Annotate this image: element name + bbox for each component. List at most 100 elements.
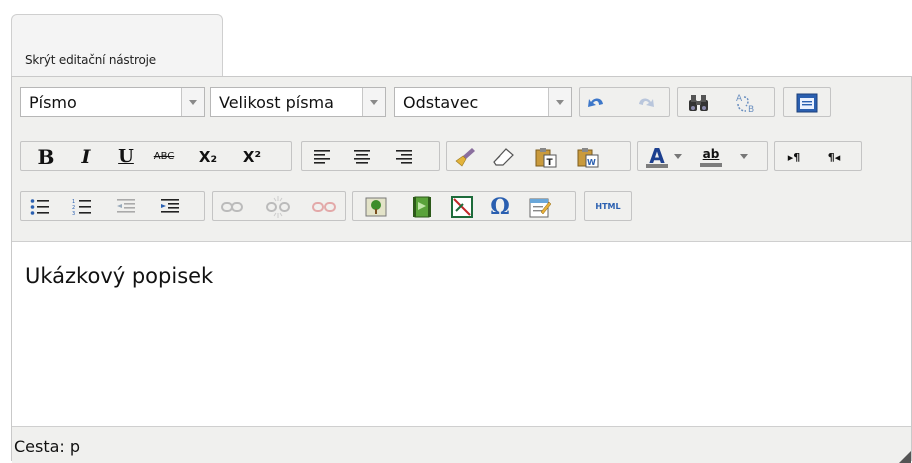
font-family-value: Písmo: [29, 93, 77, 112]
link-group: [212, 191, 346, 221]
chevron-down-icon[interactable]: [548, 88, 571, 116]
anchor-button[interactable]: [311, 194, 337, 220]
edit-note-icon: [529, 198, 551, 218]
font-size-value: Velikost písma: [219, 93, 334, 112]
underline-button[interactable]: U: [113, 144, 139, 170]
text-style-group: B I U ABC X₂ X²: [20, 141, 292, 171]
indent-icon: [161, 199, 179, 213]
editor-content-text[interactable]: Ukázkový popisek: [25, 264, 213, 288]
replace-icon: A B: [736, 94, 754, 115]
clipboard-group: T W: [446, 141, 631, 171]
history-group: [579, 87, 670, 117]
superscript-button[interactable]: X²: [239, 144, 265, 170]
direction-group: ▸¶ ¶◂: [774, 141, 862, 171]
fullscreen-group: [783, 87, 831, 117]
redo-icon: [639, 98, 654, 107]
paste-text-button[interactable]: T: [533, 144, 559, 170]
edit-source-button[interactable]: [527, 194, 553, 220]
chevron-down-icon: [674, 154, 682, 159]
text-color-button[interactable]: A: [644, 144, 670, 170]
highlight-color-dropdown[interactable]: [734, 144, 754, 170]
list-group: 1 2 3: [20, 191, 205, 221]
search-group: A B: [677, 87, 775, 117]
find-button[interactable]: [686, 90, 712, 116]
unlink-button[interactable]: [265, 194, 291, 220]
alignment-group: [301, 141, 440, 171]
italic-button[interactable]: I: [73, 144, 99, 170]
font-size-select[interactable]: Velikost písma: [210, 87, 386, 117]
align-left-icon: [314, 150, 330, 164]
svg-text:W: W: [587, 158, 596, 167]
undo-icon: [588, 98, 603, 107]
insert-group: Ω: [352, 191, 576, 221]
editor-toolbar: Písmo Velikost písma Odstavec A B B I U …: [12, 77, 911, 242]
replace-button[interactable]: A B: [734, 90, 760, 116]
svg-text:B: B: [748, 105, 754, 115]
remove-format-button[interactable]: [491, 144, 517, 170]
align-center-button[interactable]: [349, 144, 375, 170]
paste-text-icon: T: [535, 148, 557, 168]
insert-media-button[interactable]: [409, 194, 435, 220]
special-char-button[interactable]: Ω: [487, 194, 513, 220]
table-icon: [451, 196, 473, 218]
insert-link-button[interactable]: [219, 194, 245, 220]
film-icon: [413, 196, 431, 218]
image-icon: [365, 197, 387, 217]
chevron-down-icon[interactable]: [362, 88, 385, 116]
rich-text-editor: Písmo Velikost písma Odstavec A B B I U …: [11, 76, 912, 463]
outdent-button[interactable]: [113, 194, 139, 220]
bold-button[interactable]: B: [33, 144, 59, 170]
subscript-button[interactable]: X₂: [195, 144, 221, 170]
align-center-icon: [354, 150, 370, 164]
undo-button[interactable]: [584, 90, 610, 116]
text-color-dropdown[interactable]: [672, 144, 684, 170]
paste-word-button[interactable]: W: [575, 144, 601, 170]
rtl-button[interactable]: ¶◂: [821, 144, 847, 170]
text-color-swatch: [646, 164, 668, 168]
indent-button[interactable]: [157, 194, 183, 220]
highlight-color-button[interactable]: ab: [698, 144, 724, 170]
block-format-select[interactable]: Odstavec: [394, 87, 572, 117]
editor-status-bar: Cesta: p: [12, 426, 911, 463]
toggle-tools-tab[interactable]: Skrýt editační nástroje: [11, 14, 223, 76]
link-icon: [221, 202, 243, 212]
insert-table-button[interactable]: [449, 194, 475, 220]
editor-content-area[interactable]: Ukázkový popisek: [12, 242, 911, 426]
bullet-list-button[interactable]: [27, 194, 53, 220]
text-color-letter: A: [649, 144, 665, 168]
unlink-icon: [266, 196, 290, 218]
eraser-icon: [493, 148, 514, 166]
numbered-list-button[interactable]: 1 2 3: [69, 194, 95, 220]
redo-button[interactable]: [632, 90, 658, 116]
toggle-tools-label: Skrýt editační nástroje: [25, 53, 156, 67]
binoculars-icon: [689, 95, 708, 111]
strikethrough-button[interactable]: ABC: [151, 144, 177, 170]
font-family-select[interactable]: Písmo: [20, 87, 205, 117]
svg-text:A: A: [736, 94, 743, 104]
html-group: HTML: [584, 191, 632, 221]
color-group: A ab: [637, 141, 768, 171]
block-format-value: Odstavec: [403, 93, 479, 112]
chevron-down-icon: [740, 154, 748, 159]
insert-image-button[interactable]: [363, 194, 389, 220]
window-icon: [796, 93, 818, 113]
chevron-down-icon[interactable]: [181, 88, 204, 116]
element-path[interactable]: Cesta: p: [14, 437, 80, 456]
highlight-letter: ab: [702, 146, 720, 161]
outdent-icon: [117, 199, 135, 213]
fullscreen-button[interactable]: [794, 90, 820, 116]
anchor-link-icon: [312, 202, 336, 212]
align-right-icon: [396, 150, 412, 164]
resize-grip-icon[interactable]: [899, 451, 911, 463]
bullet-list-icon: [30, 199, 49, 215]
numbered-list-icon: 1 2 3: [72, 199, 91, 216]
align-right-button[interactable]: [391, 144, 417, 170]
paste-word-icon: W: [577, 148, 599, 168]
ltr-button[interactable]: ▸¶: [781, 144, 807, 170]
broom-icon: [455, 148, 475, 167]
cleanup-button[interactable]: [453, 144, 479, 170]
align-left-button[interactable]: [309, 144, 335, 170]
svg-text:3: 3: [72, 211, 75, 216]
highlight-swatch: [700, 162, 722, 167]
html-source-button[interactable]: HTML: [595, 194, 621, 220]
